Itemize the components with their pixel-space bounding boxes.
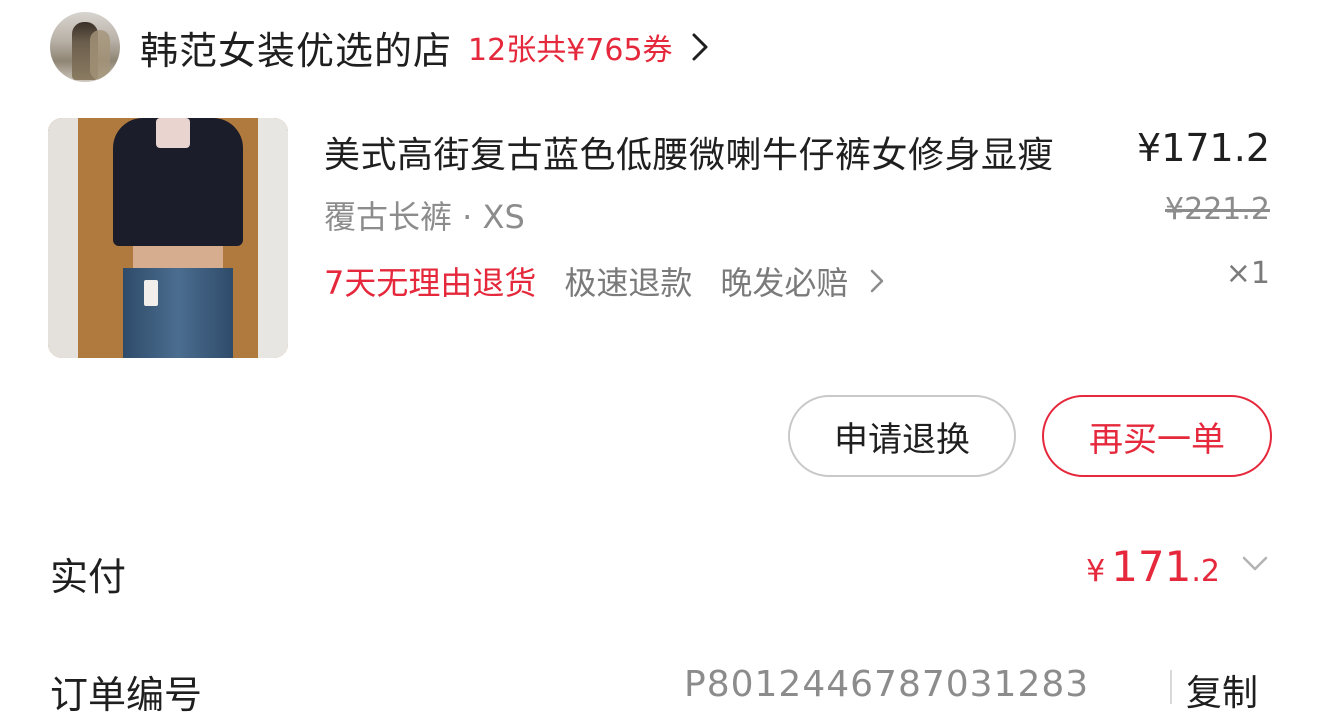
copy-divider (1170, 670, 1172, 704)
paid-label: 实付 (50, 555, 127, 599)
image-bg-door (48, 118, 78, 358)
chevron-right-icon[interactable] (691, 32, 709, 62)
order-number: P8012446787031283 (684, 664, 1090, 705)
copy-button[interactable]: 复制 (1186, 664, 1258, 716)
order-number-label: 订单编号 (50, 673, 203, 717)
product-original-price: ¥221.2 (1165, 192, 1270, 227)
buy-again-button[interactable]: 再买一单 (1042, 395, 1272, 477)
image-jeans (123, 268, 233, 358)
apply-return-button[interactable]: 申请退换 (788, 395, 1016, 477)
image-price-tag (144, 280, 158, 306)
service-fast-refund: 极速退款 (564, 264, 693, 302)
product-price: ¥171.2 (1137, 126, 1270, 170)
image-phone (156, 118, 190, 148)
paid-integer: 171 (1111, 542, 1192, 591)
chevron-right-icon[interactable] (870, 268, 884, 294)
product-image[interactable] (48, 118, 288, 358)
service-no-reason-return: 7天无理由退货 (324, 264, 537, 302)
paid-amount[interactable]: ¥ 171 .2 (1086, 542, 1220, 591)
product-quantity: ×1 (1225, 256, 1270, 291)
service-late-compensation: 晚发必赔 (720, 264, 849, 302)
chevron-down-icon[interactable] (1242, 556, 1268, 572)
paid-decimal: .2 (1191, 554, 1220, 589)
product-sku: 覆古长裤 · XS (324, 198, 525, 236)
avatar-figure-shadow (90, 30, 110, 80)
service-guarantees[interactable]: 7天无理由退货 极速退款 晚发必赔 (324, 258, 884, 304)
store-avatar[interactable] (50, 12, 120, 82)
paid-currency: ¥ (1086, 554, 1106, 589)
store-coupon[interactable]: 12张共¥765券 (468, 25, 673, 69)
store-name[interactable]: 韩范女装优选的店 (140, 20, 452, 75)
store-header[interactable]: 韩范女装优选的店 12张共¥765券 (50, 12, 709, 82)
image-bg-wall (258, 118, 288, 358)
product-title[interactable]: 美式高街复古蓝色低腰微喇牛仔裤女修身显瘦 (324, 126, 1124, 178)
